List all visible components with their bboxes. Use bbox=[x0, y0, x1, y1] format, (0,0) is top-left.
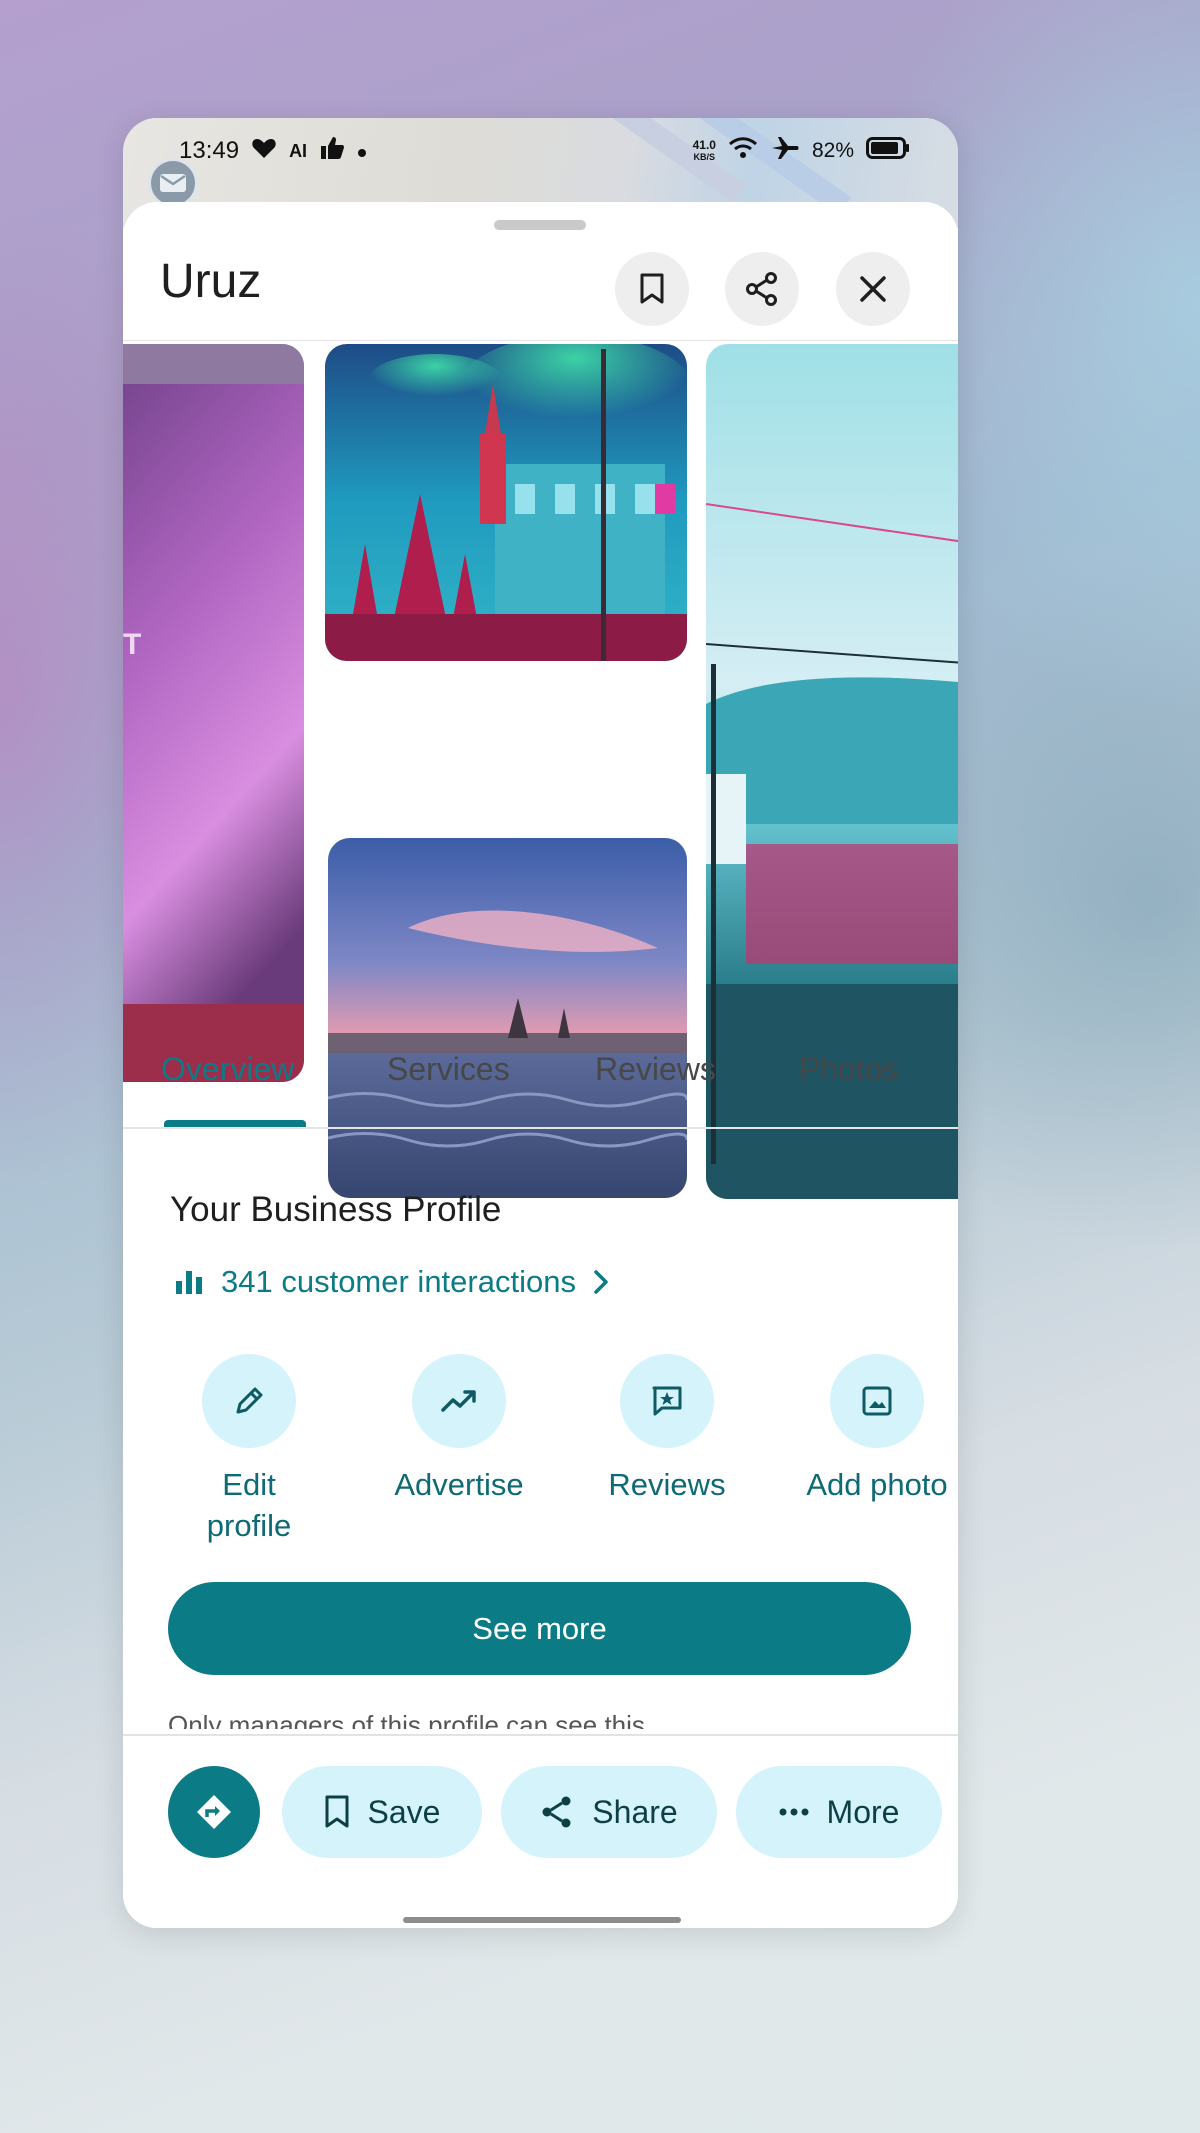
share-icon bbox=[542, 1796, 571, 1828]
pencil-icon bbox=[236, 1387, 263, 1414]
add-photo-action[interactable]: Add photo bbox=[777, 1354, 958, 1505]
network-speed-value: 41.0 bbox=[692, 138, 716, 152]
share-button[interactable]: Share bbox=[501, 1766, 717, 1858]
add-photo-label: Add photo bbox=[806, 1467, 948, 1502]
managers-only-note: Only managers of this profile can see th… bbox=[168, 1710, 645, 1729]
network-speed: 41.0 KB/S bbox=[693, 139, 716, 163]
share-icon bbox=[746, 272, 777, 306]
status-time: 13:49 bbox=[179, 137, 240, 164]
tab-reviews[interactable]: Reviews bbox=[595, 1051, 716, 1088]
heart-icon bbox=[251, 136, 277, 167]
reviews-button[interactable] bbox=[620, 1354, 714, 1448]
advertise-button[interactable] bbox=[412, 1354, 506, 1448]
phone-screen: 13:49 AI 41.0 KB/S 82% Uruz T Overview S… bbox=[123, 118, 958, 1928]
place-title: Uruz bbox=[160, 255, 262, 308]
header-divider bbox=[123, 340, 958, 341]
save-place-button[interactable] bbox=[615, 252, 689, 326]
bookmark-icon bbox=[640, 273, 664, 304]
edit-profile-button[interactable] bbox=[202, 1354, 296, 1448]
tab-overview[interactable]: Overview bbox=[161, 1051, 294, 1088]
wifi-icon bbox=[728, 136, 758, 167]
map-mail-marker[interactable] bbox=[148, 158, 198, 208]
active-tab-indicator bbox=[164, 1120, 306, 1127]
directions-icon bbox=[197, 1795, 231, 1829]
battery-percent: 82% bbox=[811, 139, 854, 162]
notification-dot-icon bbox=[357, 137, 367, 165]
edit-profile-label: Edit profile bbox=[206, 1467, 292, 1543]
bar-chart-icon bbox=[176, 1271, 202, 1294]
gallery-photo-aurora[interactable] bbox=[325, 344, 687, 661]
battery-icon bbox=[866, 136, 910, 167]
add-photo-button[interactable] bbox=[830, 1354, 924, 1448]
place-tabs: Overview Services Reviews Photos bbox=[123, 1018, 958, 1130]
directions-button[interactable] bbox=[168, 1766, 260, 1858]
customer-interactions-label: 341 customer interactions bbox=[221, 1264, 576, 1299]
thumbs-up-icon bbox=[319, 135, 345, 168]
mail-icon bbox=[160, 174, 186, 192]
see-more-button[interactable]: See more bbox=[168, 1582, 911, 1675]
more-button[interactable]: More bbox=[736, 1766, 942, 1858]
bottom-action-bar: Save Share More bbox=[123, 1734, 958, 1928]
ai-badge: AI bbox=[289, 140, 308, 161]
star-comment-icon bbox=[652, 1386, 682, 1416]
more-dots-icon bbox=[779, 1808, 809, 1816]
tab-services[interactable]: Services bbox=[387, 1051, 510, 1088]
close-icon bbox=[860, 276, 886, 302]
tab-photos[interactable]: Photos bbox=[799, 1051, 899, 1088]
save-label: Save bbox=[367, 1793, 441, 1830]
save-button[interactable]: Save bbox=[282, 1766, 482, 1858]
chevron-right-icon bbox=[594, 1270, 608, 1294]
trending-up-icon bbox=[441, 1390, 476, 1412]
drag-handle[interactable] bbox=[494, 220, 586, 230]
reviews-label: Reviews bbox=[608, 1467, 726, 1502]
business-profile-title: Your Business Profile bbox=[170, 1190, 502, 1229]
network-speed-unit: KB/S bbox=[693, 152, 716, 162]
status-bar: 13:49 AI 41.0 KB/S 82% bbox=[123, 118, 958, 184]
advertise-label: Advertise bbox=[394, 1467, 524, 1502]
reviews-action[interactable]: Reviews bbox=[567, 1354, 767, 1505]
bookmark-icon bbox=[325, 1795, 349, 1828]
close-sheet-button[interactable] bbox=[836, 252, 910, 326]
image-icon bbox=[862, 1386, 892, 1416]
tabs-divider bbox=[123, 1127, 958, 1129]
share-place-button[interactable] bbox=[725, 252, 799, 326]
advertise-action[interactable]: Advertise bbox=[359, 1354, 559, 1505]
svg-text:T: T bbox=[123, 628, 141, 661]
more-label: More bbox=[826, 1793, 900, 1830]
customer-interactions-link[interactable]: 341 customer interactions bbox=[175, 1264, 610, 1300]
home-indicator[interactable] bbox=[403, 1917, 681, 1923]
share-label: Share bbox=[592, 1793, 678, 1830]
edit-profile-action[interactable]: Edit profile bbox=[149, 1354, 349, 1546]
gallery-photo-purple[interactable]: T bbox=[123, 344, 304, 1082]
airplane-icon bbox=[770, 135, 800, 168]
